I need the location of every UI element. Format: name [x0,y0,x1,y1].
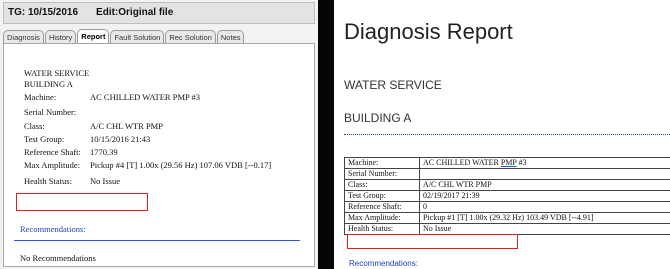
right-report-document: Diagnosis Report WATER SERVICE BUILDING … [334,0,670,269]
table-row: Machine: AC CHILLED WATER PMP #3 [344,157,670,169]
machine-value-text: AC CHILLED WATER [423,158,501,167]
table-row: Reference Shaft: 0 [344,201,670,213]
dotted-divider [344,134,670,135]
machine-value: AC CHILLED WATER PMP #3 [90,92,201,102]
machine-details-table: Machine: AC CHILLED WATER PMP #3 Serial … [344,157,670,235]
serial-row: Serial Number: [24,107,76,118]
machine-row: Machine: AC CHILLED WATER PMP #3 [24,92,200,103]
test-group-value: 02/19/2017 21:39 [419,190,670,202]
recommendations-link[interactable]: Recommendations: [20,224,86,234]
health-status-label: Health Status: [24,176,72,186]
report-title: Diagnosis Report [344,19,513,44]
no-recommendations-text: No Recommendations [20,253,96,263]
health-status-highlight-box [347,234,518,249]
tab-bar: Diagnosis History Report Fault Solution Rec … [3,27,245,45]
reference-shaft-label: Reference Shaft: [344,201,420,213]
table-row: Max Amplitude: Pickup #1 [T] 1.00x (29.3… [344,212,670,224]
health-status-value: No Issue [419,223,670,235]
left-app-panel: TG: 10/15/2016 Edit:Original file Diagnos… [0,0,318,269]
recommendations-heading: Recommendations: [349,259,418,268]
max-amplitude-label: Max Amplitude: [24,160,80,170]
health-status-row: Health Status: No Issue [24,176,120,187]
max-amplitude-label: Max Amplitude: [344,212,420,224]
machine-value-underlined: PMP [500,158,517,167]
test-group-row: Test Group: 10/15/2016 21:43 [24,134,150,145]
table-row: Serial Number: [344,168,670,180]
class-label: Class: [344,179,420,191]
class-value: A/C CHL WTR PMP [90,121,163,131]
report-service: WATER SERVICE [24,68,90,78]
machine-value: AC CHILLED WATER PMP #3 [419,157,670,169]
section-divider [14,240,300,241]
panel-divider [318,0,334,269]
table-row: Test Group: 02/19/2017 21:39 [344,190,670,202]
test-group-key: Test Group: [344,190,420,202]
test-group-label: TG: 10/15/2016 [8,7,79,18]
report-building-heading: BUILDING A [344,111,412,125]
serial-label: Serial Number: [344,168,420,180]
test-group-key: Test Group: [24,134,65,144]
test-group-value: 10/15/2016 21:43 [90,134,151,144]
class-row: Class: A/C CHL WTR PMP [24,121,163,132]
edit-status-label: Edit:Original file [96,7,174,18]
machine-label: Machine: [344,157,420,169]
max-amplitude-value: Pickup #1 [T] 1.00x (29.32 Hz) 103.49 VD… [419,212,670,224]
serial-label: Serial Number: [24,107,77,117]
reference-shaft-value: 0 [419,201,670,213]
machine-label: Machine: [24,92,57,102]
window-titlebar: TG: 10/15/2016 Edit:Original file [3,2,315,24]
max-amplitude-value: Pickup #4 [T] 1.00x (29.56 Hz) 107.06 VD… [90,160,272,170]
max-amplitude-row: Max Amplitude: Pickup #4 [T] 1.00x (29.56… [24,160,271,171]
class-value: A/C CHL WTR PMP [419,179,670,191]
report-building: BUILDING A [24,79,73,89]
health-status-value: No Issue [90,176,120,186]
table-row: Health Status: No Issue [344,223,670,235]
health-status-label: Health Status: [344,223,420,235]
report-service-heading: WATER SERVICE [344,78,442,92]
health-status-highlight-box [16,193,148,211]
reference-shaft-row: Reference Shaft: 1770.39 [24,147,118,158]
machine-value-suffix: #3 [516,158,527,167]
reference-shaft-value: 1770.39 [90,147,118,157]
serial-value [419,168,670,180]
class-label: Class: [24,121,45,131]
reference-shaft-label: Reference Shaft: [24,147,81,157]
table-row: Class: A/C CHL WTR PMP [344,179,670,191]
